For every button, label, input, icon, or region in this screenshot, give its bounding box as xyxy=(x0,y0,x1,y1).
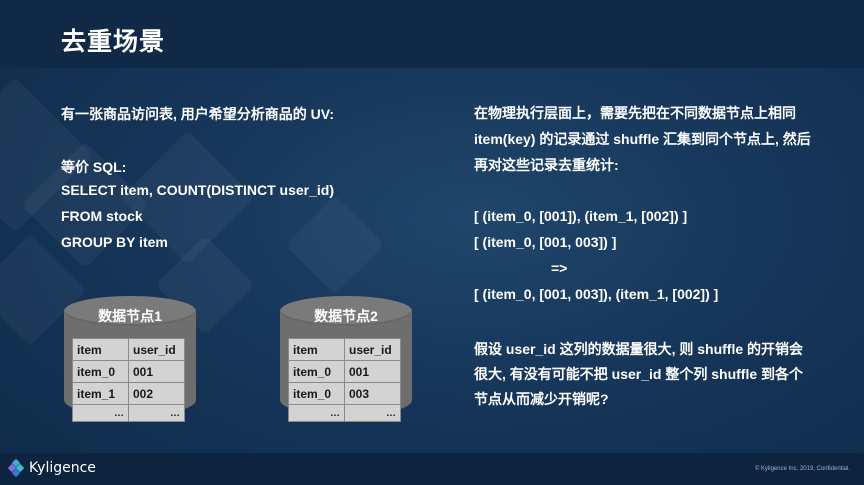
sql-line: FROM stock xyxy=(61,208,143,224)
arrow-text: => xyxy=(551,260,568,276)
background-shape xyxy=(285,195,385,295)
table-cell: … xyxy=(288,404,345,422)
table-row-ellipsis: … … xyxy=(288,404,401,422)
slide-footer xyxy=(0,453,864,485)
table-cell: item_0 xyxy=(72,360,129,383)
sql-label: 等价 SQL: xyxy=(61,159,127,175)
shuffle-result-line: [ (item_0, [001, 003]), (item_1, [002]) … xyxy=(474,286,719,302)
data-node-1: 数据节点1 item user_id item_0 001 item_1 002… xyxy=(64,296,196,428)
table-cell: item_1 xyxy=(72,382,129,405)
intro-text: 有一张商品访问表, 用户希望分析商品的 UV: xyxy=(61,106,335,122)
table-header-cell: user_id xyxy=(128,338,185,361)
table-row-ellipsis: … … xyxy=(72,404,185,422)
logo-text: Kyligence xyxy=(29,460,96,476)
shuffle-example-line: [ (item_0, [001, 003]) ] xyxy=(474,234,617,250)
table-header-row: item user_id xyxy=(288,338,401,361)
table-header-cell: user_id xyxy=(344,338,401,361)
table-cell: item_0 xyxy=(288,382,345,405)
table-cell: 003 xyxy=(344,382,401,405)
table-header-cell: item xyxy=(72,338,129,361)
node-table: item user_id item_0 001 item_0 003 … … xyxy=(288,338,401,422)
table-cell: … xyxy=(344,404,401,422)
copyright-text: © Kyligence Inc. 2019, Confidential. xyxy=(754,466,850,472)
table-row: item_0 001 xyxy=(288,360,401,383)
table-cell: … xyxy=(128,404,185,422)
kyligence-logo-icon xyxy=(8,459,25,477)
explanation-line: 再对这些记录去重统计: xyxy=(474,157,619,173)
sql-line: SELECT item, COUNT(DISTINCT user_id) xyxy=(61,182,335,198)
node-table: item user_id item_0 001 item_1 002 … … xyxy=(72,338,185,422)
table-row: item_0 001 xyxy=(72,360,185,383)
table-cell: item_0 xyxy=(288,360,345,383)
table-cell: 001 xyxy=(128,360,185,383)
question-line: 很大, 有没有可能不把 user_id 整个列 shuffle 到各个 xyxy=(474,366,804,382)
explanation-line: 在物理执行层面上，需要先把在不同数据节点上相同 xyxy=(474,105,796,121)
table-header-row: item user_id xyxy=(72,338,185,361)
explanation-line: item(key) 的记录通过 shuffle 汇集到同个节点上, 然后 xyxy=(474,131,811,147)
slide-header: 去重场景 xyxy=(0,0,864,68)
shuffle-example-line: [ (item_0, [001]), (item_1, [002]) ] xyxy=(474,208,688,224)
table-cell: 002 xyxy=(128,382,185,405)
slide: 去重场景 有一张商品访问表, 用户希望分析商品的 UV: 等价 SQL: SEL… xyxy=(0,0,864,485)
question-line: 节点从而减少开销呢? xyxy=(474,391,609,407)
table-row: item_1 002 xyxy=(72,382,185,405)
data-node-2: 数据节点2 item user_id item_0 001 item_0 003… xyxy=(280,296,412,428)
node-label: 数据节点2 xyxy=(314,308,378,324)
table-cell: … xyxy=(72,404,129,422)
table-cell: 001 xyxy=(344,360,401,383)
slide-title: 去重场景 xyxy=(61,28,166,56)
question-line: 假设 user_id 这列的数据量很大, 则 shuffle 的开销会 xyxy=(474,341,804,357)
sql-line: GROUP BY item xyxy=(61,234,168,250)
table-row: item_0 003 xyxy=(288,382,401,405)
kyligence-logo: Kyligence xyxy=(8,459,96,477)
table-header-cell: item xyxy=(288,338,345,361)
node-label: 数据节点1 xyxy=(98,308,162,324)
